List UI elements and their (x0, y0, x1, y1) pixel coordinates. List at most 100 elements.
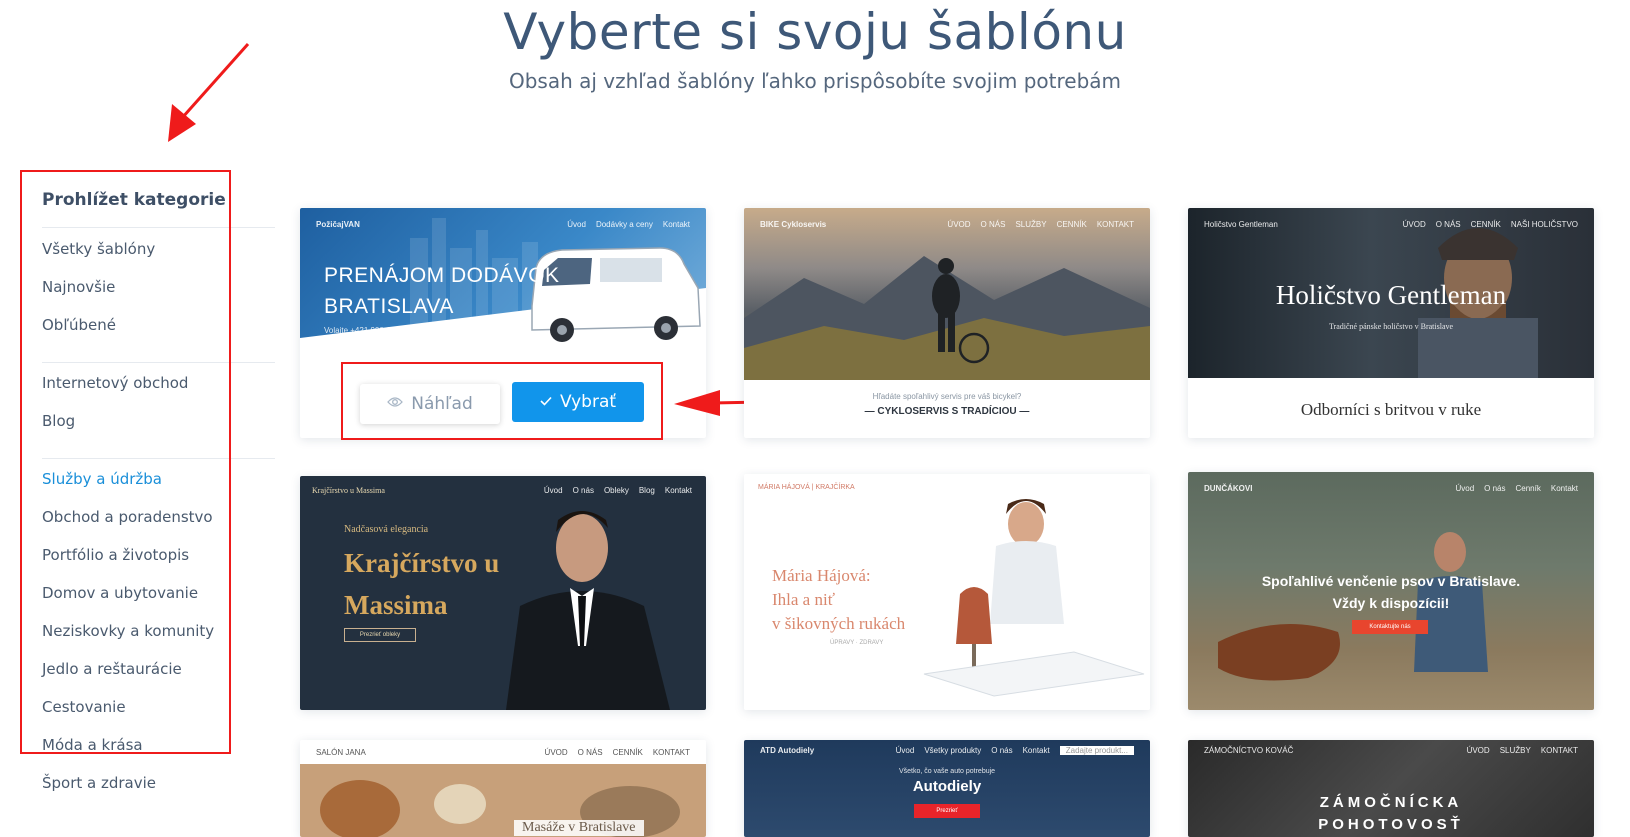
preview-button[interactable]: Náhľad (360, 384, 500, 424)
select-button[interactable]: Vybrať (512, 382, 644, 422)
template-cta-button: Kontaktujte nás (1352, 620, 1428, 634)
template-brand: PožičajVAN (316, 220, 360, 229)
template-brand: DUNČÁKOVI (1204, 484, 1253, 493)
template-thumbnail: Holičstvo Gentleman ÚVOD O NÁS CENNÍK NAŠI … (1188, 208, 1594, 378)
template-brand: ATD Autodiely (760, 746, 815, 755)
template-card[interactable]: PožičajVAN Úvod Dodávky a ceny Kontakt PRE… (300, 208, 706, 438)
template-thumbnail: ATD Autodiely Úvod Všetky produkty O nás Ko… (744, 740, 1150, 837)
sidebar-item-blog[interactable]: Blog (42, 412, 75, 430)
sidebar-item-eshop[interactable]: Internetový obchod (42, 374, 188, 392)
sidebar-item-all-templates[interactable]: Všetky šablóny (42, 240, 155, 258)
template-headline-line: PRENÁJOM DODÁVOK (324, 264, 560, 287)
template-nav-item: O NÁS (1435, 220, 1461, 229)
template-search: Zadajte produkt... (1059, 746, 1134, 755)
template-headline-line: Massima (344, 590, 448, 620)
template-brand: Holičstvo Gentleman (1204, 220, 1278, 229)
template-nav-item: Kontakt (1022, 746, 1050, 755)
template-headline: Autodiely (912, 778, 982, 795)
template-headline-line: Spoľahlivé venčenie psov v Bratislave. (1261, 573, 1521, 589)
template-headline: Holičstvo Gentleman (1275, 280, 1507, 310)
template-nav-item: Úvod (895, 746, 915, 755)
select-button-label: Vybrať (559, 392, 617, 412)
template-phone: Volajte +421 900 123 123 (324, 326, 415, 335)
template-nav-item: SLUŽBY (1015, 220, 1047, 229)
template-nav-item: Obleky (603, 486, 629, 495)
template-cta-button: Prezrieť (914, 804, 980, 818)
template-card[interactable]: Holičstvo Gentleman ÚVOD O NÁS CENNÍK NAŠI … (1188, 208, 1594, 438)
template-headline-line: POHOTOVOSŤ (1318, 816, 1464, 833)
template-nav: DUNČÁKOVI Úvod O nás Cenník Kontakt (1204, 484, 1578, 493)
template-brand: SALÓN JANA (316, 748, 366, 757)
sidebar-item-portfolio[interactable]: Portfólio a životopis (42, 546, 189, 564)
template-nav-item: Úvod (543, 486, 563, 495)
template-cta-button: Prezrieť obleky (344, 628, 416, 642)
sidebar-divider (42, 362, 275, 363)
template-headline: Mária Hájová: Ihla a niť v šikovných ruk… (772, 564, 905, 636)
eye-icon (387, 396, 404, 412)
template-nav-item: Dodávky a ceny (595, 220, 653, 229)
sidebar-divider (42, 227, 275, 228)
sidebar-item-favorites[interactable]: Obľúbené (42, 316, 116, 334)
template-brand: Krajčírstvo u Massima (312, 486, 385, 495)
template-small-line: Všetko, čo vaše auto potrebuje (898, 768, 996, 775)
template-nav-item: NAŠI HOLIČSTVO (1510, 220, 1578, 229)
template-card[interactable]: DUNČÁKOVI Úvod O nás Cenník Kontakt Spoľahl… (1188, 472, 1594, 710)
template-headline-line: v šikovných rukách (772, 614, 906, 633)
template-thumbnail: MÁRIA HÁJOVÁ | KRAJČÍRKA Mária Hájová: I… (744, 474, 1150, 710)
template-subheadline: Tradičné pánske holičstvo v Bratislave (1328, 322, 1454, 331)
template-nav-item: ÚVOD (544, 748, 568, 757)
template-brand: ZÁMOČNÍCTVO KOVÁČ (1204, 746, 1294, 755)
template-small-line: Hľadáte spoľahlivý servis pre váš bicyke… (872, 392, 1022, 401)
sidebar-item-sport[interactable]: Šport a zdravie (42, 774, 156, 792)
template-nav-item: SLUŽBY (1499, 746, 1531, 755)
template-nav: ATD Autodiely Úvod Všetky produkty O nás Ko… (760, 746, 1134, 755)
template-nav-item: KONTAKT (1540, 746, 1578, 755)
template-nav-item: Všetky produkty (924, 746, 982, 755)
sidebar-item-nonprofit[interactable]: Neziskovky a komunity (42, 622, 214, 640)
sidebar-item-fashion[interactable]: Móda a krása (42, 736, 143, 754)
template-headline-line: BRATISLAVA (324, 295, 454, 318)
template-card[interactable]: ZÁMOČNÍCTVO KOVÁČ ÚVOD SLUŽBY KONTAKT ZÁMO… (1188, 740, 1594, 837)
template-headline: Spoľahlivé venčenie psov v Bratislave. V… (1188, 570, 1594, 614)
template-nav-item: O nás (991, 746, 1013, 755)
template-card[interactable]: BIKE Cykloservis ÚVOD O NÁS SLUŽBY CENNÍK KO… (744, 208, 1150, 438)
template-thumbnail: ZÁMOČNÍCTVO KOVÁČ ÚVOD SLUŽBY KONTAKT ZÁMO… (1188, 740, 1594, 837)
sidebar-heading: Prohlížet kategorie (42, 190, 226, 210)
template-headline: Masáže v Bratislave (514, 820, 644, 836)
template-nav: ZÁMOČNÍCTVO KOVÁČ ÚVOD SLUŽBY KONTAKT (1204, 746, 1578, 755)
sidebar-item-newest[interactable]: Najnovšie (42, 278, 115, 296)
template-nav-item: O NÁS (980, 220, 1006, 229)
template-nav-item: Kontakt (662, 220, 690, 229)
sidebar-item-travel[interactable]: Cestovanie (42, 698, 126, 716)
template-nav-item: Blog (638, 486, 655, 495)
template-card[interactable]: Krajčírstvo u Massima Úvod O nás Obleky Blo… (300, 476, 706, 710)
template-card[interactable]: ATD Autodiely Úvod Všetky produkty O nás Ko… (744, 740, 1150, 837)
template-headline-line: Mária Hájová: (772, 566, 871, 585)
template-thumbnail: DUNČÁKOVI Úvod O nás Cenník Kontakt Spoľahl… (1188, 472, 1594, 710)
template-thumbnail: Krajčírstvo u Massima Úvod O nás Obleky Blo… (300, 476, 706, 710)
template-headline: PRENÁJOM DODÁVOK BRATISLAVA (324, 260, 560, 322)
template-nav-item: O nás (1484, 484, 1506, 493)
mountain-biker-graphic (744, 256, 1150, 380)
template-tagline: — CYKLOSERVIS S TRADÍCIOU — (864, 406, 1030, 417)
sidebar-item-services[interactable]: Služby a údržba (42, 470, 162, 488)
template-nav-item: KONTAKT (652, 748, 690, 757)
template-nav-item: KONTAKT (1096, 220, 1134, 229)
template-nav-item: Cenník (1515, 484, 1541, 493)
template-thumbnail: SALÓN JANA ÚVOD O NÁS CENNÍK KONTAKT Masáže… (300, 740, 706, 837)
template-strip-title: Odborníci s britvou v ruke (1300, 400, 1482, 419)
template-card[interactable]: SALÓN JANA ÚVOD O NÁS CENNÍK KONTAKT Masáže… (300, 740, 706, 837)
template-card[interactable]: MÁRIA HÁJOVÁ | KRAJČÍRKA Mária Hájová: I… (744, 474, 1150, 710)
template-thumbnail: BIKE Cykloservis ÚVOD O NÁS SLUŽBY CENNÍK KO… (744, 208, 1150, 380)
sidebar-item-food[interactable]: Jedlo a reštaurácie (42, 660, 182, 678)
template-nav-item: CENNÍK (612, 748, 643, 757)
sidebar-item-business[interactable]: Obchod a poradenstvo (42, 508, 213, 526)
template-thumbnail: PožičajVAN Úvod Dodávky a ceny Kontakt PRE… (300, 208, 706, 364)
template-brand: MÁRIA HÁJOVÁ | KRAJČÍRKA (758, 484, 855, 491)
sidebar-item-home[interactable]: Domov a ubytovanie (42, 584, 198, 602)
template-nav-item: Úvod (1455, 484, 1475, 493)
template-headline: ZÁMOČNÍCKA POHOTOVOSŤ (1188, 792, 1594, 836)
template-nav-item: ÚVOD (1466, 746, 1490, 755)
template-headline: Krajčírstvo u Massima (344, 542, 499, 626)
sidebar-divider (42, 458, 275, 459)
